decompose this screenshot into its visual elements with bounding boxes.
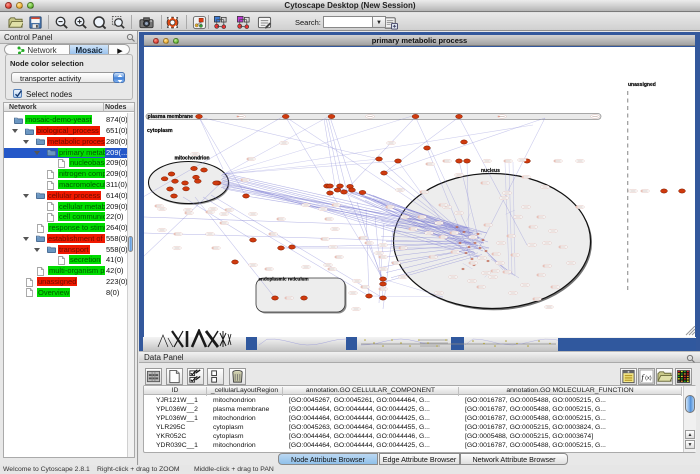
svg-text:cytoplasm: cytoplasm bbox=[147, 128, 173, 134]
svg-text:mitochondrion: mitochondrion bbox=[175, 156, 210, 162]
svg-text:nucleus: nucleus bbox=[481, 168, 500, 174]
svg-text:endoplasmic reticulum: endoplasmic reticulum bbox=[259, 277, 309, 282]
svg-text:unassigned: unassigned bbox=[628, 82, 656, 88]
svg-text:plasma membrane: plasma membrane bbox=[148, 114, 194, 120]
svg-text:(x): (x) bbox=[645, 375, 652, 381]
